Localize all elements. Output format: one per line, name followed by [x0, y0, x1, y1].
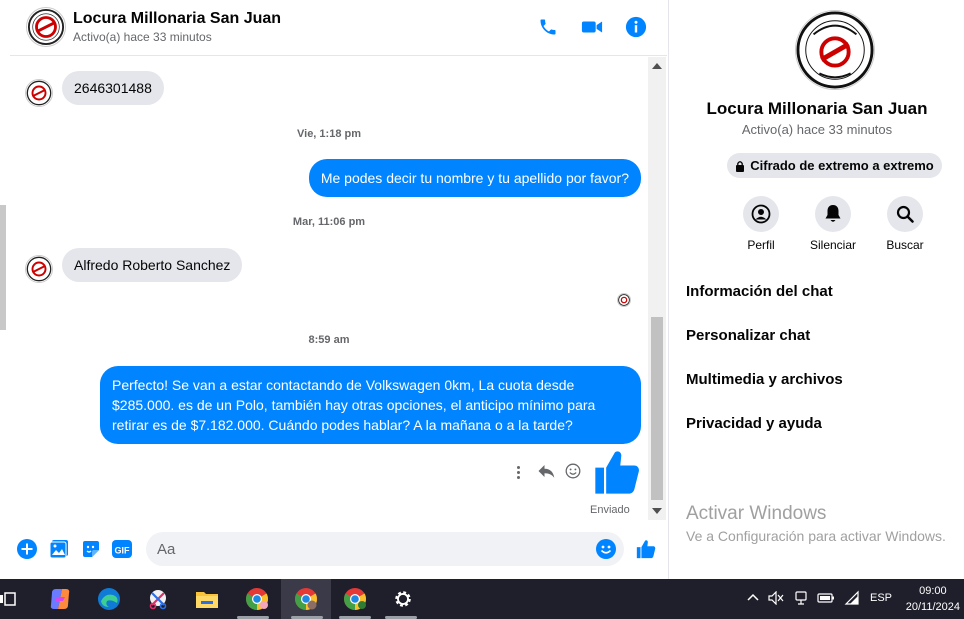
header-avatar[interactable] [26, 7, 66, 47]
timestamp: Mar, 11:06 pm [292, 216, 366, 228]
action-label: Silenciar [809, 238, 857, 252]
task-view-icon[interactable] [0, 585, 22, 613]
menu-media-files[interactable]: Multimedia y archivos [686, 371, 843, 388]
message-incoming[interactable]: Alfredo Roberto Sanchez [62, 248, 243, 282]
clock[interactable]: 09:00 20/11/2024 [906, 583, 960, 615]
left-scroll-thumb[interactable] [0, 205, 6, 330]
snipping-tool-icon[interactable] [144, 585, 172, 613]
clock-time: 09:00 [919, 585, 947, 597]
timestamp: 8:59 am [308, 334, 350, 346]
react-emoji-icon[interactable] [565, 463, 581, 484]
sender-avatar[interactable] [25, 79, 53, 107]
menu-customize-chat[interactable]: Personalizar chat [686, 327, 810, 344]
message-input[interactable] [146, 532, 624, 566]
profile-avatar[interactable] [795, 10, 875, 90]
profile-icon [743, 196, 779, 232]
messenger-window: Locura Millonaria San Juan Activo(a) hac… [0, 0, 964, 579]
menu-chat-info[interactable]: Información del chat [686, 283, 833, 300]
action-label: Perfil [747, 238, 775, 252]
edge-icon[interactable] [95, 585, 123, 613]
chrome-icon[interactable] [243, 585, 271, 613]
scroll-up-icon[interactable] [652, 63, 662, 69]
video-call-icon[interactable] [579, 14, 605, 40]
lock-icon [736, 160, 745, 172]
svg-text:GIF: GIF [115, 546, 131, 556]
settings-gear-icon[interactable] [389, 585, 417, 613]
screen-icon[interactable] [794, 590, 808, 609]
language-indicator[interactable]: ESP [870, 592, 892, 604]
volume-muted-icon[interactable] [768, 590, 784, 608]
seen-avatar [617, 293, 631, 307]
menu-privacy-help[interactable]: Privacidad y ayuda [686, 415, 822, 432]
like-button-icon[interactable] [635, 538, 657, 560]
windows-taskbar: ESP 09:00 20/11/2024 [0, 579, 964, 619]
profile-name: Locura Millonaria San Juan [706, 99, 928, 118]
search-icon [887, 196, 923, 232]
sticker-icon[interactable] [80, 538, 102, 560]
activation-watermark-title: Activar Windows [686, 503, 827, 524]
plus-icon[interactable] [16, 538, 38, 560]
action-label: Buscar [886, 238, 924, 252]
sent-status: Enviado [590, 504, 630, 516]
left-edge [0, 0, 10, 579]
composer: GIF [10, 524, 667, 574]
profile-status: Activo(a) hace 33 minutos [741, 122, 893, 137]
sender-avatar[interactable] [25, 255, 53, 283]
profile-action[interactable]: Perfil [731, 196, 791, 252]
bell-icon [815, 196, 851, 232]
chrome-active-icon[interactable] [281, 579, 331, 619]
emoji-icon[interactable] [595, 538, 617, 560]
copilot-icon[interactable] [46, 585, 74, 613]
gallery-icon[interactable] [48, 538, 70, 560]
more-options-icon[interactable] [513, 462, 523, 482]
chat-status: Activo(a) hace 33 minutos [73, 30, 212, 44]
chat-info-panel: Locura Millonaria San Juan Activo(a) hac… [668, 0, 964, 579]
chrome-profile-icon[interactable] [341, 585, 369, 613]
wifi-icon[interactable] [844, 590, 860, 609]
chat-scrollbar[interactable] [648, 57, 666, 520]
message-list: 2646301488 Vie, 1:18 pm Me podes decir t… [10, 57, 648, 520]
mute-action[interactable]: Silenciar [803, 196, 863, 252]
scroll-thumb[interactable] [651, 317, 663, 500]
reply-icon[interactable] [537, 463, 555, 484]
encryption-label: Cifrado de extremo a extremo [750, 158, 934, 173]
like-sticker-icon[interactable] [591, 446, 643, 503]
message-outgoing[interactable]: Me podes decir tu nombre y tu apellido p… [308, 159, 641, 197]
scroll-down-icon[interactable] [652, 508, 662, 514]
message-outgoing[interactable]: Perfecto! Se van a estar contactando de … [100, 366, 641, 444]
file-explorer-icon[interactable] [193, 585, 221, 613]
message-incoming[interactable]: 2646301488 [62, 71, 164, 105]
battery-icon[interactable] [817, 592, 835, 607]
chat-header: Locura Millonaria San Juan Activo(a) hac… [10, 0, 667, 56]
phone-call-icon[interactable] [535, 14, 561, 40]
chat-title[interactable]: Locura Millonaria San Juan [73, 10, 281, 28]
tray-chevron-up-icon[interactable] [746, 592, 760, 605]
activation-watermark-subtitle: Ve a Configuración para activar Windows. [686, 528, 946, 544]
info-icon[interactable] [623, 14, 649, 40]
clock-date: 20/11/2024 [905, 601, 960, 613]
timestamp: Vie, 1:18 pm [297, 128, 361, 140]
encryption-badge[interactable]: Cifrado de extremo a extremo [727, 153, 942, 178]
gif-icon[interactable]: GIF [111, 538, 133, 560]
search-action[interactable]: Buscar [875, 196, 935, 252]
